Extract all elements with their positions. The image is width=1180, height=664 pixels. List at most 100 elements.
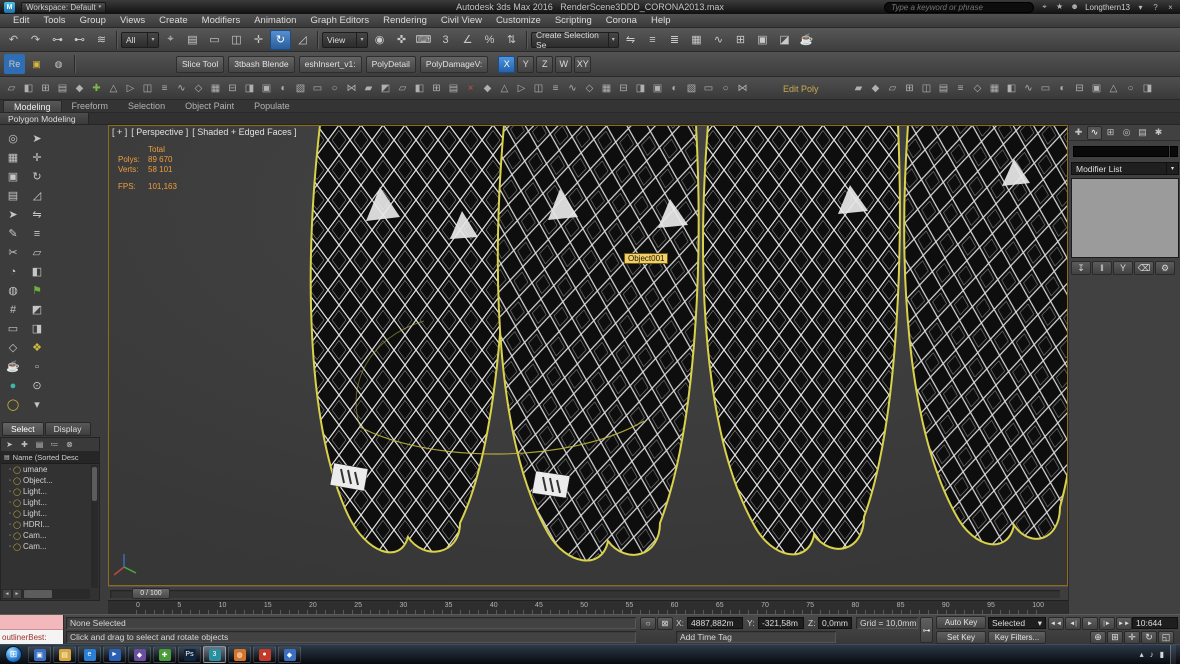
ribbon-icon[interactable]: ▦ [986, 80, 1003, 97]
ribbon-icon[interactable]: ▣ [1088, 80, 1105, 97]
object-color-swatch[interactable] [1170, 146, 1178, 157]
viewport-menu-shading[interactable]: [ Shaded + Edged Faces ] [192, 127, 296, 137]
scroll-right-arrow[interactable]: ► [12, 589, 22, 599]
tab-object-paint[interactable]: Object Paint [175, 100, 244, 112]
re-script-button[interactable]: Re [4, 54, 25, 74]
ribbon-icon[interactable]: ⊞ [37, 80, 54, 97]
taskbar-app-orange[interactable]: ◍ [228, 646, 251, 663]
menu-item[interactable]: Help [644, 14, 678, 27]
set-key-mode-button[interactable]: ⊶ [920, 617, 933, 643]
ribbon-icon[interactable]: ◧ [20, 80, 37, 97]
tab-modeling[interactable]: Modeling [3, 100, 62, 112]
ribbon-icon[interactable]: ▤ [54, 80, 71, 97]
ribbon-icon[interactable]: ▭ [1037, 80, 1054, 97]
object-name-field[interactable] [1073, 146, 1169, 157]
auto-key-button[interactable]: Auto Key [936, 616, 986, 629]
ribbon-icon[interactable]: ◨ [241, 80, 258, 97]
axis-w-button[interactable]: W [555, 56, 572, 73]
ribbon-icon[interactable]: ▰ [850, 80, 867, 97]
mirror-icon[interactable]: ⇋ [620, 30, 641, 50]
pencil-icon[interactable]: ✎ [2, 224, 24, 243]
perspective-viewport[interactable]: [ + ] [ Perspective ] [ Shaded + Edged F… [108, 125, 1068, 586]
teapot-icon[interactable]: ☕ [2, 357, 24, 376]
flag-icon[interactable]: ⚑ [26, 281, 48, 300]
shade-icon[interactable]: ◨ [26, 319, 48, 338]
scale-icon[interactable]: ◿ [26, 186, 48, 205]
menu-item[interactable]: Modifiers [195, 14, 248, 27]
start-button[interactable]: ⊞ [5, 646, 22, 663]
ribbon-icon[interactable]: ≡ [156, 80, 173, 97]
ribbon-icon[interactable]: ⋈ [343, 80, 360, 97]
list-icon[interactable]: ▤ [2, 186, 24, 205]
select-and-link-icon[interactable]: ⊶ [47, 30, 68, 50]
curve-editor-icon[interactable]: ∿ [708, 30, 729, 50]
redo-icon[interactable]: ↷ [25, 30, 46, 50]
axis-y-button[interactable]: Y [517, 56, 534, 73]
ribbon-icon[interactable]: △ [496, 80, 513, 97]
scene-object-row[interactable]: ▫ ◯ Object... [1, 475, 99, 486]
ribbon-icon[interactable]: ⊟ [615, 80, 632, 97]
ribbon-icon[interactable]: ▭ [309, 80, 326, 97]
ribbon-icon[interactable]: ▦ [207, 80, 224, 97]
ribbon-icon[interactable]: ◫ [139, 80, 156, 97]
window-crossing-icon[interactable]: ◫ [226, 30, 247, 50]
ribbon-icon[interactable]: ○ [717, 80, 734, 97]
explorer-link-icon[interactable]: ⊗ [63, 439, 76, 451]
set-key-button[interactable]: Set Key [936, 631, 986, 644]
taskbar-explorer[interactable]: ▤ [53, 646, 76, 663]
yellow-circle-icon[interactable]: ◯ [2, 395, 24, 414]
ribbon-icon[interactable]: ✚ [88, 80, 105, 97]
script-ball-icon[interactable]: ◍ [48, 54, 69, 74]
ribbon-icon[interactable]: ≡ [547, 80, 564, 97]
axis-xy-button[interactable]: XY [574, 56, 591, 73]
bind-to-spacewarp-icon[interactable]: ≋ [91, 30, 112, 50]
maxscript-mini-listener[interactable]: outlinerBest: [0, 615, 64, 645]
ribbon-icon[interactable]: ◧ [1003, 80, 1020, 97]
ribbon-icon[interactable]: ◐ [275, 80, 292, 97]
visibility-toggle-icon[interactable]: ▫ [9, 511, 11, 517]
ribbon-icon[interactable]: ▤ [935, 80, 952, 97]
search-input[interactable] [884, 2, 1034, 13]
menu-item[interactable]: Civil View [434, 14, 489, 27]
corner-icon[interactable]: ◩ [26, 300, 48, 319]
star-yellow-icon[interactable]: ❖ [26, 338, 48, 357]
help-icon[interactable]: ? [1150, 3, 1161, 12]
ribbon-icon[interactable]: ∿ [564, 80, 581, 97]
viewport-canvas[interactable] [108, 125, 1068, 586]
tray-network-icon[interactable]: ▮ [1160, 650, 1164, 659]
viewport-menu-plus[interactable]: [ + ] [112, 127, 127, 137]
axis-x-button[interactable]: X [498, 56, 515, 73]
viewport-menu-view[interactable]: [ Perspective ] [131, 127, 188, 137]
taskbar-internet-explorer[interactable]: e [78, 646, 101, 663]
ribbon-icon[interactable]: ◧ [411, 80, 428, 97]
pan-icon[interactable]: ✛ [1124, 631, 1140, 644]
explorer-filter-icon[interactable]: ≔ [48, 439, 61, 451]
angle-snap-icon[interactable]: ∠ [457, 30, 478, 50]
show-desktop-button[interactable] [1170, 645, 1176, 664]
scene-object-row[interactable]: ▫ ◯ Light... [1, 508, 99, 519]
scene-object-row[interactable]: ▫ ◯ umane [1, 464, 99, 475]
orbit-icon[interactable]: ↻ [1141, 631, 1157, 644]
target-icon[interactable]: ⊙ [26, 376, 48, 395]
configure-sets-button[interactable]: ⚙ [1155, 261, 1175, 275]
cursor-icon[interactable]: ➤ [2, 205, 24, 224]
play-button[interactable]: ► [1082, 617, 1098, 630]
isolate-selection-icon[interactable]: ○ [640, 617, 656, 630]
modify-tab-icon[interactable]: ∿ [1087, 126, 1102, 140]
explorer-add-icon[interactable]: ✚ [18, 439, 31, 451]
scene-object-row[interactable]: ▫ ◯ HDRI... [1, 519, 99, 530]
chevron-down-icon[interactable]: ▾ [26, 395, 48, 414]
taskbar-media-player[interactable]: ► [103, 646, 126, 663]
ribbon-icon[interactable]: ◆ [479, 80, 496, 97]
hierarchy-tab-icon[interactable]: ⊞ [1103, 126, 1118, 140]
ribbon-icon[interactable]: ⊟ [224, 80, 241, 97]
zoom-extents-icon[interactable]: ⊞ [1107, 631, 1123, 644]
ribbon-icon[interactable]: ▣ [258, 80, 275, 97]
ribbon-icon[interactable]: ▦ [598, 80, 615, 97]
selection-set-combo[interactable]: Selected▾ [988, 617, 1046, 629]
ribbon-icon[interactable]: ◫ [530, 80, 547, 97]
ribbon-icon[interactable]: ◩ [377, 80, 394, 97]
scene-object-row[interactable]: ▫ ◯ Cam... [1, 530, 99, 541]
listener-script-row[interactable]: outlinerBest: [0, 630, 63, 645]
ribbon-icon[interactable]: ▱ [884, 80, 901, 97]
